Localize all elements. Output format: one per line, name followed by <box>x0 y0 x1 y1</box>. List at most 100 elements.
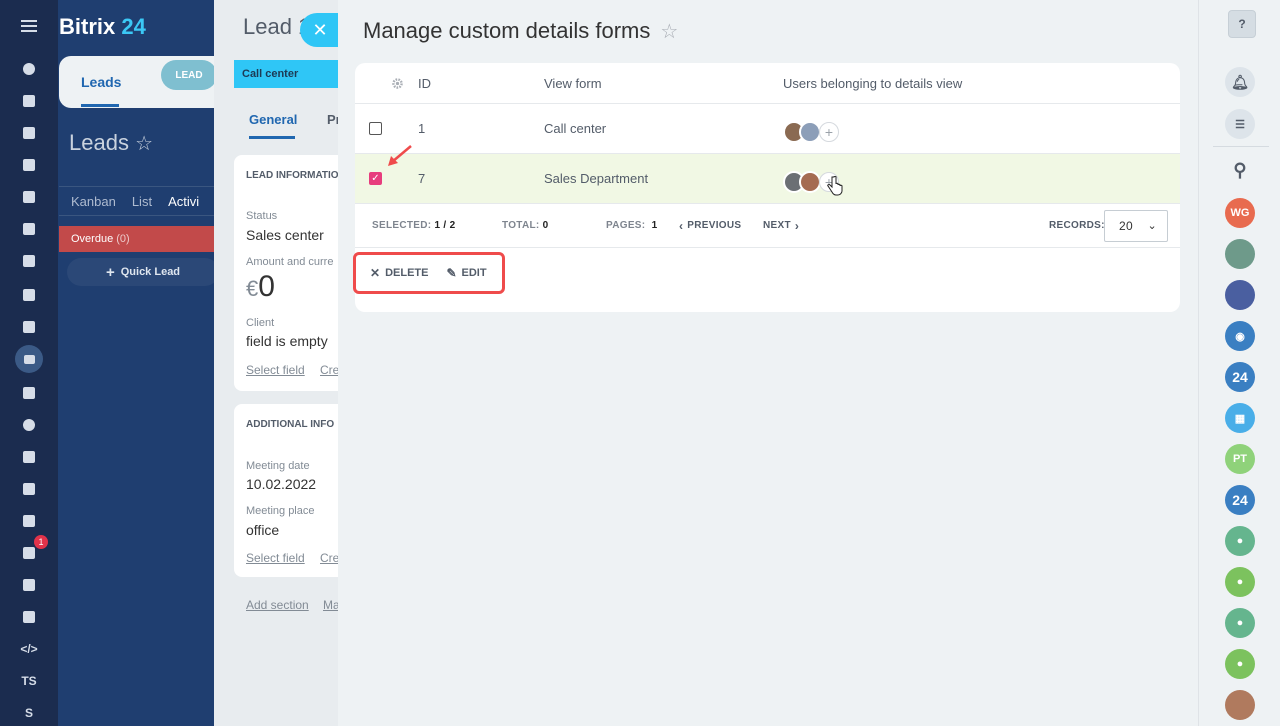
add-section-link[interactable]: Add section <box>246 598 309 612</box>
action-panel: ✕ DELETE ✎ EDIT <box>353 252 505 294</box>
avatar[interactable] <box>799 170 821 193</box>
delete-icon: ✕ <box>370 266 381 280</box>
view-activities[interactable]: Activi <box>168 194 199 209</box>
column-view-form[interactable]: View form <box>544 63 602 103</box>
nav-item-ts[interactable]: TS <box>0 669 58 693</box>
previous-page-button[interactable]: ‹ PREVIOUS <box>679 204 741 247</box>
gear-icon[interactable] <box>391 63 404 103</box>
leads-title-text: Leads <box>69 130 129 155</box>
slider-title-text: Manage custom details forms <box>363 18 651 43</box>
help-button[interactable]: ? <box>1228 10 1256 38</box>
tab-general[interactable]: General <box>249 112 297 127</box>
calendar-icon[interactable] <box>0 153 58 177</box>
plus-icon: + <box>105 263 115 281</box>
column-id[interactable]: ID <box>418 63 431 103</box>
group-chat-icon[interactable]: ● <box>1225 608 1255 638</box>
lead-pill[interactable]: LEAD <box>161 60 217 90</box>
divider <box>1213 146 1269 147</box>
brand-logo[interactable]: Bitrix 24 <box>59 14 146 40</box>
edit-button[interactable]: ✎ EDIT <box>446 266 486 280</box>
select-field-link[interactable]: Select field <box>246 363 305 377</box>
kanban-column-overdue: Overdue (0) <box>59 226 219 252</box>
edit-label: EDIT <box>461 267 487 279</box>
crm-funnel-icon[interactable] <box>15 345 43 373</box>
pipeline-stage[interactable]: Call center <box>234 60 338 88</box>
bitrix24-chat-icon[interactable]: 24 <box>1225 485 1255 515</box>
table-row[interactable]: ✓ 7 Sales Department + <box>355 145 1180 204</box>
delete-label: DELETE <box>385 267 429 279</box>
messages-icon[interactable]: ☰ <box>1225 109 1255 139</box>
star-icon[interactable]: ☆ <box>135 133 153 155</box>
brand-number: 24 <box>121 14 146 39</box>
box-icon[interactable] <box>0 573 58 597</box>
store-icon[interactable] <box>0 381 58 405</box>
overdue-label: Overdue <box>71 233 114 245</box>
column-users[interactable]: Users belonging to details view <box>783 63 962 103</box>
slider-title: Manage custom details forms ☆ <box>363 18 678 44</box>
groups-icon[interactable] <box>0 283 58 307</box>
client-value: field is empty <box>246 333 328 349</box>
group-chat-icon[interactable]: ● <box>1225 567 1255 597</box>
view-list[interactable]: List <box>132 194 152 209</box>
group-chat-icon[interactable]: ● <box>1225 649 1255 679</box>
pages-count: PAGES: 1 <box>606 204 657 247</box>
group-chat-icon[interactable]: ● <box>1225 526 1255 556</box>
chat-icon[interactable] <box>0 121 58 145</box>
select-field-link-2[interactable]: Select field <box>246 551 305 565</box>
documents-icon[interactable] <box>0 185 58 209</box>
view-switcher: Kanban List Activi <box>59 186 219 216</box>
add-user-icon[interactable]: + <box>819 121 839 142</box>
tasks-icon[interactable] <box>0 89 58 113</box>
quick-lead-button[interactable]: + Quick Lead <box>67 258 219 286</box>
section-title: LEAD INFORMATIO <box>246 170 339 181</box>
row-checkbox-checked[interactable]: ✓ <box>369 154 382 203</box>
chevron-right-icon: › <box>794 218 800 233</box>
target-icon[interactable] <box>0 413 58 437</box>
status-value: Sales center <box>246 227 324 243</box>
avatar-wg[interactable]: WG <box>1225 198 1255 228</box>
client-label: Client <box>246 317 275 329</box>
chevron-down-icon: ⌄ <box>1147 220 1157 232</box>
developer-icon[interactable]: </> <box>0 637 58 661</box>
cart-icon[interactable] <box>0 445 58 469</box>
row-view-form[interactable]: Sales Department <box>544 154 648 203</box>
star-icon[interactable]: ☆ <box>660 19 678 44</box>
avatar[interactable] <box>1225 280 1255 310</box>
next-page-button[interactable]: NEXT › <box>763 204 799 247</box>
avatar[interactable] <box>1225 239 1255 269</box>
checklist-icon[interactable] <box>0 315 58 339</box>
leads-page-title: Leads ☆ <box>69 130 153 156</box>
contacts-icon[interactable] <box>0 509 58 533</box>
row-checkbox[interactable] <box>369 104 382 153</box>
bitrix24-chat-icon[interactable]: 24 <box>1225 362 1255 392</box>
mail-icon[interactable] <box>0 249 58 273</box>
calendar-chat-icon[interactable]: ▦ <box>1225 403 1255 433</box>
close-slider-button[interactable]: ✕ <box>300 13 340 47</box>
hamburger-icon[interactable] <box>0 14 58 38</box>
view-kanban[interactable]: Kanban <box>71 194 116 209</box>
avatar[interactable] <box>799 120 821 143</box>
avatar[interactable] <box>1225 690 1255 720</box>
create-field-link[interactable]: Cre <box>320 363 339 377</box>
nav-item-s[interactable]: S <box>0 701 58 725</box>
tab-leads-label: Leads <box>81 74 122 90</box>
drive-icon[interactable] <box>0 217 58 241</box>
avatar-pt[interactable]: PT <box>1225 444 1255 474</box>
total-value: 0 <box>542 220 549 231</box>
signature-icon[interactable] <box>0 477 58 501</box>
table-row[interactable]: 1 Call center + <box>355 104 1180 154</box>
meeting-date-label: Meeting date <box>246 460 310 472</box>
group-chat-icon[interactable]: ◉ <box>1225 321 1255 351</box>
records-select[interactable]: 20 ⌄ <box>1104 204 1168 247</box>
row-view-form[interactable]: Call center <box>544 104 606 153</box>
forms-grid: ID View form Users belonging to details … <box>353 63 1180 312</box>
search-icon[interactable]: ⚲ <box>1225 155 1255 185</box>
delete-button[interactable]: ✕ DELETE <box>370 266 428 280</box>
bell-icon[interactable]: 🔔︎ <box>1225 67 1255 97</box>
robot-icon[interactable]: 1 <box>0 535 58 565</box>
feed-icon[interactable] <box>0 57 58 81</box>
amount-label: Amount and curre <box>246 256 334 268</box>
create-field-link-2[interactable]: Cre <box>320 551 339 565</box>
marketing-icon[interactable] <box>0 605 58 629</box>
hand-cursor-icon <box>827 176 843 196</box>
